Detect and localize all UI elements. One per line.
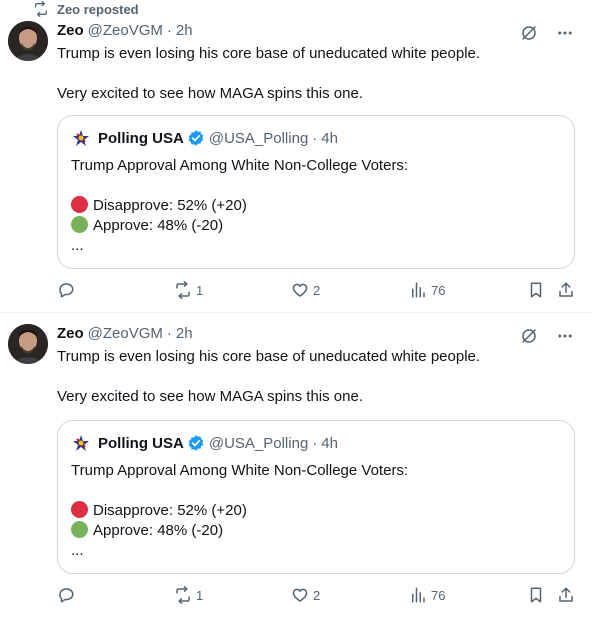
quote-author-name[interactable]: Polling USA	[98, 435, 184, 452]
disapprove-line: Disapprove: 52% (+20)	[71, 501, 408, 521]
header-actions	[520, 24, 574, 42]
author-handle[interactable]: @ZeoVGM	[88, 22, 163, 39]
quote-author-name[interactable]: Polling USA	[98, 130, 184, 147]
views-count: 76	[431, 587, 446, 603]
tweet-text-line: Very excited to see how MAGA spins this …	[57, 388, 363, 405]
share-button[interactable]	[557, 586, 575, 604]
tweet-header: Zeo @ZeoVGM · 2h	[57, 325, 193, 342]
share-icon	[559, 282, 573, 297]
separator-dot: ·	[312, 434, 318, 452]
tweet[interactable]: Zeo @ZeoVGM · 2h Trump is even losing hi…	[0, 18, 592, 312]
like-count: 2	[313, 282, 321, 298]
quote-timestamp[interactable]: 4h	[321, 130, 338, 147]
retweet-icon	[176, 281, 190, 299]
disapprove-text: Disapprove: 52% (+20)	[93, 197, 247, 214]
tweet-text: Trump is even losing his core base of un…	[57, 347, 480, 407]
separator-dot: ·	[166, 325, 172, 342]
quote-text-line: Trump Approval Among White Non-College V…	[71, 157, 409, 174]
tweet-text-line: Trump is even losing his core base of un…	[57, 348, 481, 365]
author-handle[interactable]: @ZeoVGM	[88, 325, 163, 342]
views-button[interactable]: 76	[409, 586, 445, 604]
repost-indicator[interactable]: Zeo reposted	[33, 0, 139, 18]
like-button[interactable]: 2	[291, 586, 320, 604]
retweet-count: 1	[196, 587, 204, 603]
quote-text: Trump Approval Among White Non-College V…	[71, 156, 408, 256]
quote-author-handle[interactable]: @USA_Polling	[209, 130, 308, 147]
more-icon[interactable]	[556, 327, 574, 345]
separator-dot: ·	[312, 129, 318, 147]
views-icon	[412, 282, 425, 298]
quote-text-line: Trump Approval Among White Non-College V…	[71, 462, 409, 479]
views-button[interactable]: 76	[409, 281, 445, 299]
approve-line: Approve: 48% (-20)	[71, 216, 408, 236]
approve-text: Approve: 48% (-20)	[93, 217, 224, 234]
avatar[interactable]	[8, 324, 48, 364]
retweet-button[interactable]: 1	[174, 586, 203, 604]
disapprove-line: Disapprove: 52% (+20)	[71, 196, 408, 216]
reply-icon	[59, 588, 74, 603]
approve-text: Approve: 48% (-20)	[93, 522, 224, 539]
like-icon	[292, 283, 308, 297]
quote-author-handle[interactable]: @USA_Polling	[209, 435, 308, 452]
author-name[interactable]: Zeo	[57, 325, 84, 342]
quote-header: Polling USA @USA_Polling · 4h	[71, 433, 338, 453]
share-icon	[559, 587, 573, 602]
views-count: 76	[431, 282, 446, 298]
tweet-actions: 1 2 76	[57, 281, 577, 301]
like-icon	[292, 588, 308, 602]
green-circle-icon	[71, 216, 88, 233]
tweet-actions: 1 2 76	[57, 586, 577, 606]
tweet-text-line: Trump is even losing his core base of un…	[57, 45, 481, 62]
repost-icon	[35, 1, 47, 17]
green-circle-icon	[71, 521, 88, 538]
red-circle-icon	[71, 196, 88, 213]
header-actions	[520, 327, 574, 345]
like-button[interactable]: 2	[291, 281, 320, 299]
tweet-header: Zeo @ZeoVGM · 2h	[57, 22, 193, 39]
retweet-icon	[176, 586, 190, 604]
reply-icon	[59, 283, 74, 298]
separator-dot: ·	[166, 22, 172, 39]
like-count: 2	[313, 587, 321, 603]
bookmark-icon	[530, 587, 542, 603]
verified-badge-icon	[188, 435, 204, 451]
tweet-text-line: Very excited to see how MAGA spins this …	[57, 85, 363, 102]
red-circle-icon	[71, 501, 88, 518]
bookmark-icon	[530, 282, 542, 298]
quoted-tweet[interactable]: Polling USA @USA_Polling · 4h Trump Appr…	[57, 420, 575, 574]
more-icon[interactable]	[556, 24, 574, 42]
polling-usa-logo-icon	[72, 129, 90, 147]
reply-button[interactable]	[57, 281, 75, 299]
grok-icon[interactable]	[520, 24, 538, 42]
author-name[interactable]: Zeo	[57, 22, 84, 39]
disapprove-text: Disapprove: 52% (+20)	[93, 502, 247, 519]
approve-line: Approve: 48% (-20)	[71, 521, 408, 541]
polling-usa-logo-icon	[72, 434, 90, 452]
quote-timestamp[interactable]: 4h	[321, 435, 338, 452]
quote-text: Trump Approval Among White Non-College V…	[71, 461, 408, 561]
bookmark-button[interactable]	[527, 281, 545, 299]
repost-label: Zeo reposted	[57, 1, 139, 17]
quote-more: ...	[71, 542, 84, 559]
avatar[interactable]	[8, 21, 48, 61]
views-icon	[412, 587, 425, 603]
grok-icon[interactable]	[520, 327, 538, 345]
tweet-divider	[0, 312, 592, 313]
retweet-count: 1	[196, 282, 204, 298]
quoted-tweet[interactable]: Polling USA @USA_Polling · 4h Trump Appr…	[57, 115, 575, 269]
reply-button[interactable]	[57, 586, 75, 604]
timestamp[interactable]: 2h	[176, 22, 193, 39]
share-button[interactable]	[557, 281, 575, 299]
tweet[interactable]: Zeo @ZeoVGM · 2h Trump is even losing hi…	[0, 314, 592, 617]
bookmark-button[interactable]	[527, 586, 545, 604]
quote-header: Polling USA @USA_Polling · 4h	[71, 128, 338, 148]
retweet-button[interactable]: 1	[174, 281, 203, 299]
verified-badge-icon	[188, 130, 204, 146]
quote-more: ...	[71, 237, 84, 254]
timestamp[interactable]: 2h	[176, 325, 193, 342]
tweet-text: Trump is even losing his core base of un…	[57, 44, 480, 104]
